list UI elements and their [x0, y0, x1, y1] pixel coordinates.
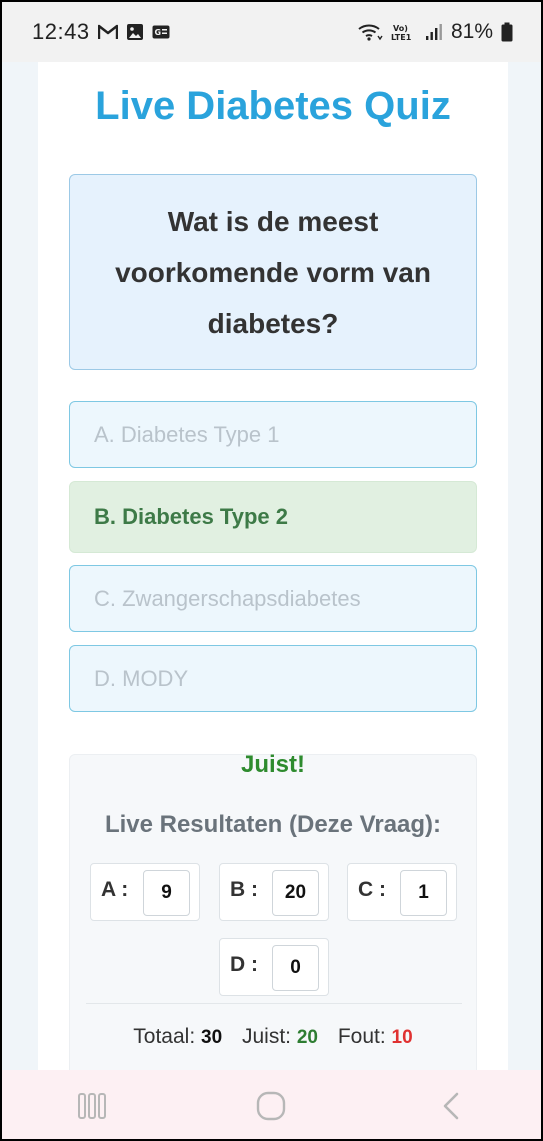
page-title: Live Diabetes Quiz [95, 84, 451, 128]
svg-text:G: G [154, 28, 161, 37]
wrong-value: 10 [391, 1027, 413, 1048]
phone-screen: 12:43 G Vo) LTE1 81% Live Diabetes Quiz … [0, 0, 543, 1141]
result-a-count: 9 [143, 870, 190, 916]
volte-icon: Vo) LTE1 [391, 22, 417, 42]
question-box: Wat is de meest voorkomende vorm van dia… [69, 174, 477, 370]
back-icon[interactable] [421, 1076, 481, 1136]
result-c-letter: C : [358, 878, 386, 901]
results-divider [86, 1003, 462, 1004]
results-panel: Juist! Live Resultaten (Deze Vraag): A :… [69, 751, 477, 1084]
correct-label: Juist: [242, 1025, 292, 1048]
home-icon[interactable] [241, 1076, 301, 1136]
option-d-label: D. MODY [94, 665, 189, 691]
option-b-label: B. Diabetes Type 2 [94, 504, 288, 529]
result-c: C : 1 [347, 863, 457, 921]
option-b[interactable]: B. Diabetes Type 2 [69, 481, 477, 553]
total-value: 30 [201, 1027, 223, 1048]
option-a[interactable]: A. Diabetes Type 1 [69, 401, 477, 468]
result-a: A : 9 [90, 863, 200, 921]
status-time: 12:43 [32, 19, 90, 44]
svg-text:Vo): Vo) [393, 24, 408, 33]
result-b: B : 20 [219, 863, 329, 921]
question-text: Wat is de meest voorkomende vorm van dia… [115, 205, 431, 339]
result-b-count: 20 [272, 870, 319, 916]
results-title: Live Resultaten (Deze Vraag): [104, 811, 442, 838]
option-c[interactable]: C. Zwangerschapsdiabetes [69, 565, 477, 632]
result-d-count: 0 [272, 945, 319, 991]
option-d[interactable]: D. MODY [69, 645, 477, 712]
result-a-letter: A : [101, 878, 129, 901]
option-c-label: C. Zwangerschapsdiabetes [94, 585, 361, 611]
result-d-letter: D : [230, 953, 258, 976]
option-a-label: A. Diabetes Type 1 [94, 421, 280, 447]
quiz-page: Live Diabetes Quiz Wat is de meest voork… [38, 62, 508, 1084]
wifi-icon [357, 22, 383, 42]
total-label: Totaal: [133, 1025, 196, 1048]
correct-value: 20 [296, 1027, 318, 1048]
totals-row: Totaal: 30 Juist: 20 Fout: 10 [70, 1025, 476, 1049]
news-icon: G [152, 25, 170, 39]
result-b-letter: B : [230, 878, 258, 901]
gallery-icon [126, 23, 144, 41]
feedback-text: Juist! [240, 751, 305, 778]
navigation-bar [2, 1070, 541, 1139]
status-bar: 12:43 G Vo) LTE1 81% [2, 2, 541, 62]
signal-icon [425, 23, 443, 41]
recent-apps-icon[interactable] [62, 1076, 122, 1136]
wrong-label: Fout: [337, 1025, 386, 1048]
gmail-icon [97, 24, 118, 40]
result-c-count: 1 [400, 870, 447, 916]
result-d: D : 0 [219, 938, 329, 996]
battery-icon [501, 22, 513, 42]
svg-text:LTE1: LTE1 [391, 33, 412, 42]
battery-percent: 81% [450, 20, 493, 43]
